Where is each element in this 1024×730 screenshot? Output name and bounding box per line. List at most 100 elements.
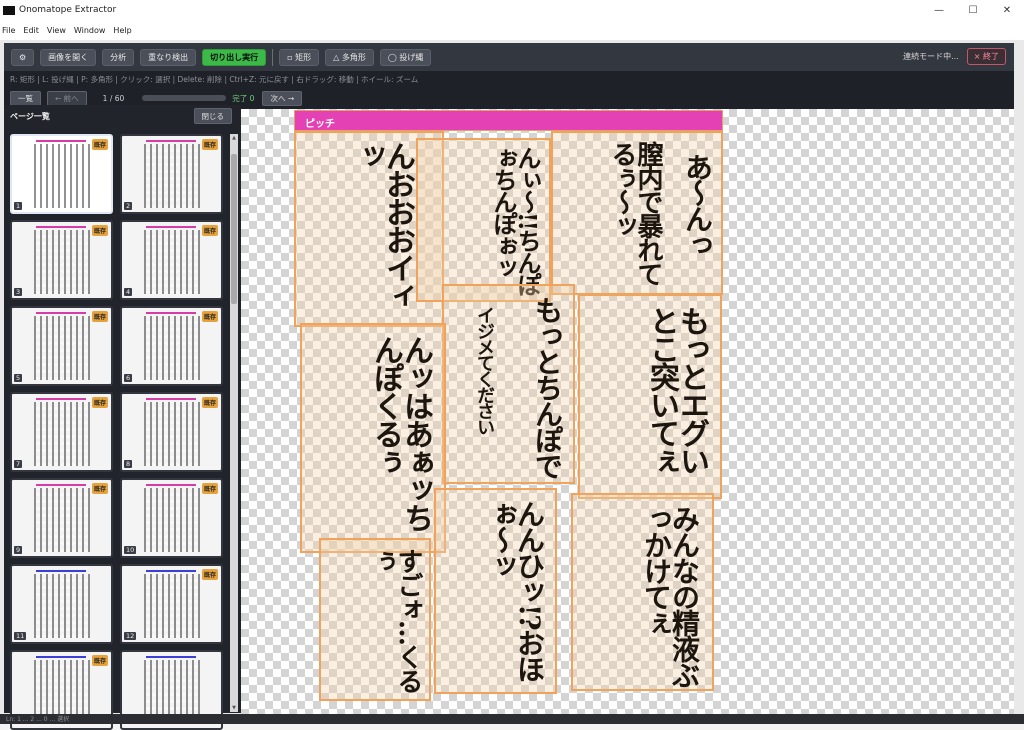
thumbnail-preview	[144, 316, 200, 380]
scroll-up-icon[interactable]: ▲	[230, 134, 238, 142]
character-label-bar: ピッチ	[294, 110, 723, 131]
onomatopoeia-text: もっとエグいとこ突いてぇ	[644, 306, 709, 474]
window-controls: — ☐ ✕	[922, 0, 1024, 20]
shortcut-hint-row: R: 矩形 | L: 投げ縄 | P: 多角形 | クリック: 選択 | Del…	[4, 71, 1014, 87]
thumbnail-preview	[144, 230, 200, 294]
app-icon	[3, 5, 15, 15]
thumbnail-color-bar	[146, 226, 196, 228]
selection-region[interactable]: 膣内で暴れてるぅ〜ッ あ〜んっ	[551, 131, 723, 295]
thumbnail-preview	[144, 574, 200, 638]
onomatopoeia-text: あ〜んっ	[681, 153, 714, 257]
toolbar: ⚙ 画像を開く 分析 重なり検出 切り出し実行 ▫ 矩形 △ 多角形 ◯ 投げ縄…	[4, 43, 1014, 71]
character-label: ピッチ	[305, 119, 335, 130]
menu-edit[interactable]: Edit	[23, 26, 39, 35]
thumbnail-page-number: 1	[14, 202, 23, 210]
page-thumbnail[interactable]: 7 既存	[10, 392, 113, 472]
list-button[interactable]: 一覧	[10, 90, 41, 106]
page-thumbnail[interactable]: 1 既存	[10, 134, 113, 214]
thumbnail-page-number: 10	[124, 546, 137, 554]
selection-region[interactable]: んんひッ!?おほぉ〜ッ	[434, 488, 557, 694]
page-thumbnail[interactable]: 9 既存	[10, 478, 113, 558]
onomatopoeia-text: もっとちんぽで	[531, 296, 564, 478]
page-list-scrollbar[interactable]: ▲ ▼	[230, 134, 238, 712]
status-bar: Ln: 1 ... 2 ... 0 ... 選択	[0, 714, 1024, 724]
thumbnail-page-number: 3	[14, 288, 23, 296]
end-button[interactable]: × 終了	[966, 48, 1006, 65]
page-thumbnail[interactable]: 2 既存	[120, 134, 223, 214]
rect-tool-button[interactable]: ▫ 矩形	[279, 48, 320, 66]
menu-bar: File Edit View Window Help	[0, 20, 1024, 40]
thumbnail-preview	[144, 402, 200, 466]
selection-region[interactable]: もっとエグいとこ突いてぇ	[578, 294, 722, 499]
scrollbar-thumb[interactable]	[231, 154, 237, 304]
page-thumbnail[interactable]: 8 既存	[120, 392, 223, 472]
scroll-down-icon[interactable]: ▼	[230, 704, 238, 712]
continuous-mode-label: 連続モード中...	[903, 52, 959, 61]
overlap-detect-button[interactable]: 重なり検出	[140, 48, 197, 66]
toolbar-divider	[272, 48, 274, 66]
menu-file[interactable]: File	[2, 26, 15, 35]
thumbnail-color-bar	[36, 140, 86, 142]
onomatopoeia-text: んぃ〜!!ちんぽぉちんぽぉッ	[489, 146, 542, 296]
onomatopoeia-text: んんひッ!?おほぉ〜ッ	[485, 500, 546, 681]
menu-help[interactable]: Help	[113, 26, 131, 35]
existing-badge: 既存	[91, 483, 108, 494]
selection-region[interactable]: みんなの精液ぶっかけてぇ	[571, 493, 714, 691]
thumbnail-color-bar	[36, 656, 86, 658]
menu-view[interactable]: View	[47, 26, 66, 35]
title-bar: Onomatope Extractor — ☐ ✕	[0, 0, 1024, 20]
existing-badge: 既存	[91, 397, 108, 408]
thumbnail-preview	[34, 230, 90, 294]
status-text: Ln: 1 ... 2 ... 0 ... 選択	[6, 716, 70, 723]
menu-window[interactable]: Window	[74, 26, 106, 35]
page-thumbnail[interactable]: 12 既存	[120, 564, 223, 644]
page-thumbnail[interactable]: 11	[10, 564, 113, 644]
thumbnail-page-number: 5	[14, 374, 23, 382]
open-image-button[interactable]: 画像を開く	[40, 48, 97, 66]
page-thumbnail[interactable]: 4 既存	[120, 220, 223, 300]
thumbnail-color-bar	[146, 656, 196, 658]
progress-bar	[142, 95, 227, 101]
page-list-panel: ページ一覧 閉じる 1 既存 2 既存 3 既存 4 既存 5 既存 6 既存 7 既存 8 既存 9 既存 10 既…	[4, 105, 241, 730]
minimize-button[interactable]: —	[922, 0, 956, 20]
prev-button[interactable]: ← 前へ	[47, 90, 87, 106]
lasso-tool-button[interactable]: ◯ 投げ縄	[379, 48, 432, 66]
page-thumbnail[interactable]: 3 既存	[10, 220, 113, 300]
selection-region[interactable]: んッはあぁッちんぽくるぅ	[300, 323, 446, 553]
thumbnail-page-number: 7	[14, 460, 23, 468]
page-list-header: ページ一覧 閉じる	[4, 105, 241, 127]
onomatopoeia-text: んッはあぁッちんぽくるぅ	[368, 335, 433, 531]
close-window-button[interactable]: ✕	[990, 0, 1024, 20]
onomatopoeia-text: イジメてください	[474, 306, 495, 434]
onomatopoeia-text: んおおおイィッ	[350, 141, 415, 309]
thumbnail-preview	[34, 488, 90, 552]
execute-cut-button[interactable]: 切り出し実行	[202, 48, 267, 66]
existing-badge: 既存	[91, 139, 108, 150]
polygon-tool-button[interactable]: △ 多角形	[325, 48, 374, 66]
page-thumbnail[interactable]: 5 既存	[10, 306, 113, 386]
thumbnail-color-bar	[36, 312, 86, 314]
thumbnail-color-bar	[36, 484, 86, 486]
next-button[interactable]: 次へ →	[262, 90, 303, 106]
selection-region[interactable]: もっとちんぽで イジメてください	[442, 284, 575, 484]
page-thumbnail[interactable]: 10 既存	[120, 478, 223, 558]
thumbnail-page-number: 2	[124, 202, 133, 210]
gear-icon: ⚙	[19, 52, 27, 62]
thumbnail-page-number: 12	[124, 632, 137, 640]
settings-button[interactable]: ⚙	[11, 48, 35, 66]
existing-badge: 既存	[91, 225, 108, 236]
onomatopoeia-text: みんなの精液ぶっかけてぇ	[640, 505, 701, 687]
thumbnail-color-bar	[146, 312, 196, 314]
thumbnail-color-bar	[146, 570, 196, 572]
existing-badge: 既存	[201, 569, 218, 580]
maximize-button[interactable]: ☐	[956, 0, 990, 20]
selection-region[interactable]: すごォ…くるぅ	[319, 538, 431, 701]
analyze-button[interactable]: 分析	[102, 48, 135, 66]
page-indicator: 1 / 60	[102, 93, 125, 103]
existing-badge: 既存	[201, 311, 218, 322]
thumbnail-color-bar	[36, 570, 86, 572]
page-thumbnail[interactable]: 6 既存	[120, 306, 223, 386]
thumbnail-color-bar	[36, 398, 86, 400]
selection-region[interactable]: んぃ〜!!ちんぽぉちんぽぉッ	[416, 138, 551, 302]
close-panel-button[interactable]: 閉じる	[193, 108, 232, 124]
